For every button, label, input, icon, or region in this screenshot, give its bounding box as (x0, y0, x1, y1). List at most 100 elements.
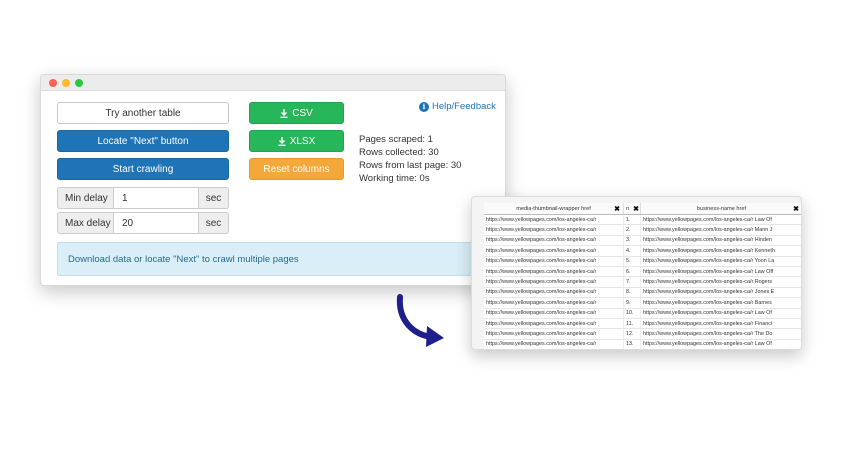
table-cell: 9. (624, 298, 641, 308)
table-cell: https://www.yellowpages.com/los-angeles-… (641, 215, 801, 224)
table-row: https://www.yellowpages.com/los-angeles-… (484, 298, 801, 309)
table-cell: https://www.yellowpages.com/los-angeles-… (484, 256, 624, 266)
xlsx-download-button[interactable]: XLSX (249, 130, 344, 152)
reset-columns-label: Reset columns (263, 163, 330, 175)
table-body: https://www.yellowpages.com/los-angeles-… (484, 215, 801, 349)
table-row: https://www.yellowpages.com/los-angeles-… (484, 246, 801, 257)
close-window-dot[interactable] (49, 79, 57, 87)
column-header-label: n (626, 205, 630, 212)
max-delay-group: Max delay 20 sec (57, 212, 229, 234)
table-cell: https://www.yellowpages.com/los-angeles-… (641, 277, 801, 286)
table-cell: https://www.yellowpages.com/los-angeles-… (641, 340, 801, 349)
rows-collected-stat: Rows collected: 30 (359, 147, 439, 158)
max-delay-unit: sec (199, 212, 229, 234)
locate-next-button[interactable]: Locate "Next" button (57, 130, 229, 152)
table-row: https://www.yellowpages.com/los-angeles-… (484, 225, 801, 236)
table-cell: https://www.yellowpages.com/los-angeles-… (484, 266, 624, 277)
extension-window: Try another table Locate "Next" button S… (40, 74, 506, 286)
table-cell: https://www.yellowpages.com/los-angeles-… (641, 236, 801, 245)
locate-next-label: Locate "Next" button (97, 135, 189, 147)
table-cell: https://www.yellowpages.com/los-angeles-… (484, 246, 624, 256)
start-crawling-button[interactable]: Start crawling (57, 158, 229, 180)
table-cell: 10. (624, 308, 641, 318)
help-feedback-link[interactable]: i Help/Feedback (419, 101, 496, 112)
remove-column-icon[interactable]: ✖ (614, 205, 620, 213)
min-delay-input[interactable]: 1 (113, 187, 199, 209)
max-delay-label: Max delay (57, 212, 113, 234)
csv-download-button[interactable]: CSV (249, 102, 344, 124)
column-header[interactable]: n ✖ (624, 203, 641, 214)
table-row: https://www.yellowpages.com/los-angeles-… (484, 329, 801, 340)
table-cell: https://www.yellowpages.com/los-angeles-… (484, 277, 624, 287)
xlsx-label: XLSX (289, 135, 316, 147)
try-another-table-button[interactable]: Try another table (57, 102, 229, 124)
table-row: https://www.yellowpages.com/los-angeles-… (484, 266, 801, 278)
table-cell: https://www.yellowpages.com/los-angeles-… (641, 319, 801, 328)
table-cell: 4. (624, 246, 641, 256)
table-cell: 7. (624, 277, 641, 287)
table-cell: https://www.yellowpages.com/los-angeles-… (484, 329, 624, 339)
maximize-window-dot[interactable] (75, 79, 83, 87)
table-cell: 3. (624, 235, 641, 246)
column-header-label: business-name href (696, 205, 747, 212)
try-another-table-label: Try another table (105, 107, 181, 119)
table-cell: https://www.yellowpages.com/los-angeles-… (641, 267, 801, 276)
table-cell: https://www.yellowpages.com/los-angeles-… (484, 287, 624, 298)
table-cell: https://www.yellowpages.com/los-angeles-… (641, 246, 801, 255)
start-crawling-label: Start crawling (112, 163, 174, 175)
info-icon: i (419, 101, 429, 112)
window-titlebar (41, 75, 505, 91)
table-cell: 2. (624, 225, 641, 235)
table-cell: https://www.yellowpages.com/los-angeles-… (484, 298, 624, 308)
pages-scraped-stat: Pages scraped: 1 (359, 134, 433, 145)
table-cell: https://www.yellowpages.com/los-angeles-… (641, 225, 801, 234)
data-table: media-thumbnail-wrapper href ✖ n ✖ busin… (484, 203, 801, 349)
column-header[interactable]: media-thumbnail-wrapper href ✖ (484, 203, 624, 214)
table-row: https://www.yellowpages.com/los-angeles-… (484, 277, 801, 288)
table-cell: 13. (624, 339, 641, 349)
table-cell: https://www.yellowpages.com/los-angeles-… (641, 309, 801, 318)
table-row: https://www.yellowpages.com/los-angeles-… (484, 339, 801, 349)
min-delay-label: Min delay (57, 187, 113, 209)
table-cell: 8. (624, 287, 641, 298)
info-message-text: Download data or locate "Next" to crawl … (68, 253, 299, 265)
info-message: Download data or locate "Next" to crawl … (57, 242, 497, 276)
table-row: https://www.yellowpages.com/los-angeles-… (484, 287, 801, 299)
table-row: https://www.yellowpages.com/los-angeles-… (484, 318, 801, 330)
csv-label: CSV (292, 107, 313, 119)
rows-last-page-stat: Rows from last page: 30 (359, 160, 462, 171)
working-time-stat: Working time: 0s (359, 173, 430, 184)
reset-columns-button[interactable]: Reset columns (249, 158, 344, 180)
table-cell: https://www.yellowpages.com/los-angeles-… (484, 225, 624, 235)
table-cell: 12. (624, 329, 641, 339)
table-cell: https://www.yellowpages.com/los-angeles-… (641, 298, 801, 307)
table-row: https://www.yellowpages.com/los-angeles-… (484, 215, 801, 226)
table-cell: https://www.yellowpages.com/los-angeles-… (641, 329, 801, 338)
table-cell: https://www.yellowpages.com/los-angeles-… (641, 288, 801, 297)
download-icon (280, 108, 288, 118)
table-cell: https://www.yellowpages.com/los-angeles-… (641, 257, 801, 266)
minimize-window-dot[interactable] (62, 79, 70, 87)
help-feedback-label: Help/Feedback (432, 101, 496, 112)
table-cell: https://www.yellowpages.com/los-angeles-… (484, 235, 624, 246)
table-row: https://www.yellowpages.com/los-angeles-… (484, 308, 801, 319)
table-cell: https://www.yellowpages.com/los-angeles-… (484, 339, 624, 349)
crawl-stats: Pages scraped: 1 Rows collected: 30 Rows… (359, 133, 461, 185)
remove-column-icon[interactable]: ✖ (633, 205, 639, 213)
data-table-panel: media-thumbnail-wrapper href ✖ n ✖ busin… (471, 196, 802, 350)
min-delay-group: Min delay 1 sec (57, 187, 229, 209)
table-row: https://www.yellowpages.com/los-angeles-… (484, 235, 801, 247)
table-header: media-thumbnail-wrapper href ✖ n ✖ busin… (484, 203, 801, 215)
curved-arrow-icon (396, 294, 444, 347)
table-cell: https://www.yellowpages.com/los-angeles-… (484, 318, 624, 329)
max-delay-input[interactable]: 20 (113, 212, 199, 234)
table-cell: 6. (624, 266, 641, 277)
table-cell: https://www.yellowpages.com/los-angeles-… (484, 308, 624, 318)
table-cell: https://www.yellowpages.com/los-angeles-… (484, 215, 624, 225)
table-row: https://www.yellowpages.com/los-angeles-… (484, 256, 801, 267)
remove-column-icon[interactable]: ✖ (793, 205, 799, 213)
table-cell: 11. (624, 318, 641, 329)
table-cell: 5. (624, 256, 641, 266)
column-header[interactable]: business-name href ✖ (641, 203, 801, 214)
min-delay-unit: sec (199, 187, 229, 209)
